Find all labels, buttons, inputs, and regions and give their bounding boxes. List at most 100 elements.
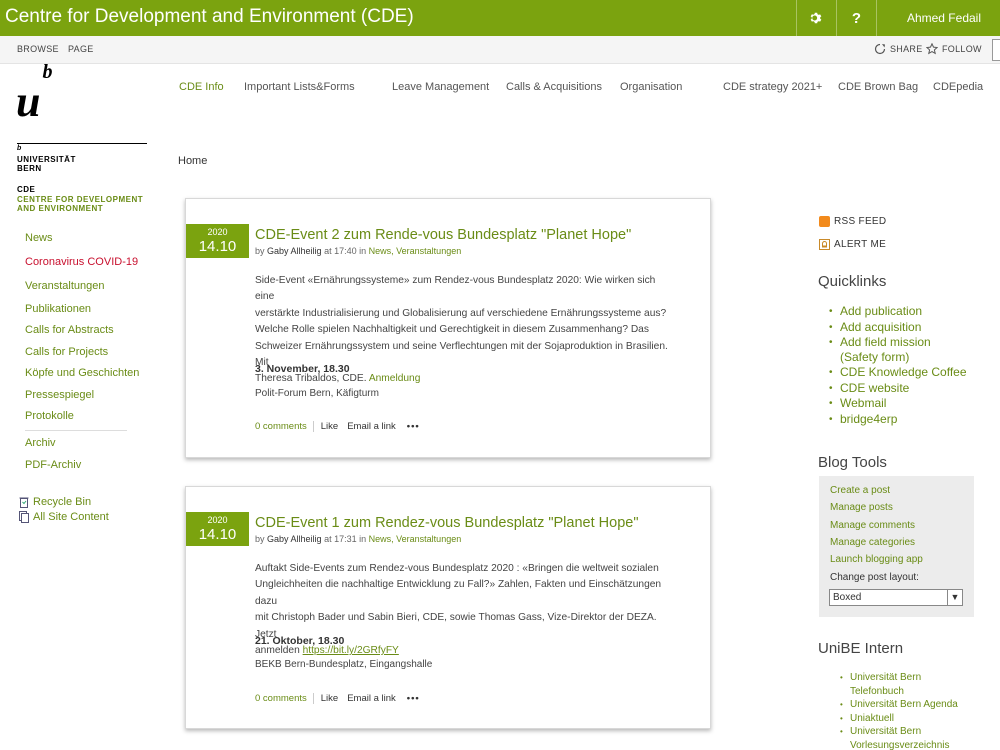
settings-gear-icon[interactable] (795, 0, 836, 36)
leftnav-veranstaltungen[interactable]: Veranstaltungen (25, 280, 105, 292)
quicklinks-heading: Quicklinks (818, 273, 887, 290)
manage-categories-link[interactable]: Manage categories (830, 537, 915, 548)
post-date-year: 2020 (207, 227, 228, 237)
manage-comments-link[interactable]: Manage comments (830, 520, 915, 531)
unibe-telefonbuch-link[interactable]: Universität Bern Telefonbuch (840, 671, 921, 698)
post-date-year: 2020 (207, 515, 228, 525)
topnav-important-lists[interactable]: Important Lists&Forms (244, 81, 355, 93)
quicklink-add-acquisition[interactable]: Add acquisition (829, 320, 921, 336)
post-author[interactable]: Gaby Allheilig (267, 246, 322, 256)
ribbon-tab-page[interactable]: PAGE (68, 44, 94, 54)
like-button[interactable]: Like (314, 421, 347, 432)
topnav-brown-bag[interactable]: CDE Brown Bag (838, 81, 918, 93)
recycle-bin-link[interactable]: Recycle Bin (19, 496, 91, 508)
create-post-link[interactable]: Create a post (830, 485, 890, 496)
leftnav-protokolle[interactable]: Protokolle (25, 410, 74, 422)
leftnav-koepfe[interactable]: Köpfe und Geschichten (25, 367, 139, 379)
post-author[interactable]: Gaby Allheilig (267, 534, 322, 544)
quicklink-add-publication[interactable]: Add publication (829, 304, 922, 320)
university-logo[interactable]: ub (16, 61, 52, 127)
breadcrumb[interactable]: Home (178, 155, 207, 167)
topnav-cde-strategy[interactable]: CDE strategy 2021+ (723, 81, 822, 93)
topnav-leave-management[interactable]: Leave Management (392, 81, 489, 93)
quicklink-knowledge-coffee[interactable]: CDE Knowledge Coffee (829, 365, 966, 381)
ribbon-bar: BROWSE PAGE SHARE FOLLOW (0, 36, 1000, 64)
leftnav-news[interactable]: News (25, 232, 53, 244)
post-date-badge: 2020 14.10 (186, 512, 249, 546)
event-date: 3. November, 18.30 (255, 363, 350, 375)
post-date-day: 14.10 (198, 238, 237, 255)
more-options-icon[interactable]: ••• (407, 693, 420, 704)
topnav-organisation[interactable]: Organisation (620, 81, 682, 93)
user-menu[interactable]: Ahmed Fedail (875, 0, 1000, 36)
post-actions: 0 comments Like Email a link ••• (255, 693, 420, 704)
post-title[interactable]: CDE-Event 1 zum Rendez-vous Bundesplatz … (255, 515, 638, 531)
post-layout-select[interactable]: Boxed ▼ (829, 589, 963, 606)
blog-tools-panel: Create a post Manage posts Manage commen… (819, 476, 974, 617)
launch-blogging-app-link[interactable]: Launch blogging app (830, 554, 923, 565)
alert-bell-icon (819, 239, 830, 250)
unibe-agenda-link[interactable]: Universität Bern Agenda (840, 698, 958, 712)
logo-cde-name: CDE CENTRE FOR DEVELOPMENT AND ENVIRONME… (17, 185, 144, 213)
all-site-content-link[interactable]: All Site Content (19, 511, 109, 523)
follow-button[interactable]: FOLLOW (926, 43, 982, 55)
leftnav-calls-abstracts[interactable]: Calls for Abstracts (25, 324, 114, 336)
leftnav-publikationen[interactable]: Publikationen (25, 303, 91, 315)
blog-post-card: 2020 14.10 CDE-Event 2 zum Rende-vous Bu… (185, 198, 711, 458)
comments-link[interactable]: 0 comments (255, 421, 314, 432)
recycle-bin-icon (19, 497, 29, 508)
topnav-cdepedia[interactable]: CDEpedia (933, 81, 983, 93)
more-options-icon[interactable]: ••• (407, 421, 420, 432)
post-meta: by Gaby Allheilig at 17:40 in News, Vera… (255, 246, 462, 256)
leftnav-pressespiegel[interactable]: Pressespiegel (25, 389, 94, 401)
comments-link[interactable]: 0 comments (255, 693, 314, 704)
leftnav-pdf-archiv[interactable]: PDF-Archiv (25, 459, 81, 471)
post-date-badge: 2020 14.10 (186, 224, 249, 258)
star-icon (926, 43, 938, 55)
share-button[interactable]: SHARE (874, 43, 923, 55)
email-link-button[interactable]: Email a link (347, 421, 407, 432)
ribbon-tab-browse[interactable]: BROWSE (17, 44, 59, 54)
rss-feed-link[interactable]: RSS FEED (819, 216, 886, 227)
chevron-down-icon: ▼ (947, 590, 962, 605)
leftnav-calls-projects[interactable]: Calls for Projects (25, 346, 108, 358)
suite-bar-actions: ? Ahmed Fedail (795, 0, 1000, 36)
site-title[interactable]: Centre for Development and Environment (… (5, 6, 414, 28)
suite-bar: Centre for Development and Environment (… (0, 0, 1000, 36)
leftnav-covid[interactable]: Coronavirus COVID-19 (25, 256, 138, 268)
alert-me-link[interactable]: ALERT ME (819, 239, 886, 250)
uniaktuell-link[interactable]: Uniaktuell (840, 712, 894, 726)
quicklink-bridge4erp[interactable]: bridge4erp (829, 412, 897, 428)
share-icon (874, 43, 886, 55)
logo-university-name: UNIVERSITÄT BERN (17, 155, 76, 173)
like-button[interactable]: Like (314, 693, 347, 704)
event-venue: Polit-Forum Bern, Käfigturm (255, 388, 379, 399)
quicklink-cde-website[interactable]: CDE website (829, 381, 909, 397)
post-title[interactable]: CDE-Event 2 zum Rende-vous Bundesplatz "… (255, 227, 631, 243)
post-meta: by Gaby Allheilig at 17:31 in News, Vera… (255, 534, 462, 544)
help-icon[interactable]: ? (835, 0, 876, 36)
event-date: 21. Oktober, 18.30 (255, 635, 345, 647)
unibe-vorlesungsverzeichnis-link[interactable]: Universität Bern Vorlesungsverzeichnis (840, 725, 949, 750)
rss-icon (819, 216, 830, 227)
logo-divider (17, 143, 147, 144)
post-date-day: 14.10 (198, 526, 237, 543)
blog-tools-heading: Blog Tools (818, 454, 887, 471)
quicklink-safety-form[interactable]: (Safety form) (840, 350, 909, 366)
event-venue: BEKB Bern-Bundesplatz, Eingangshalle (255, 659, 433, 670)
email-link-button[interactable]: Email a link (347, 693, 407, 704)
topnav-calls-acquisitions[interactable]: Calls & Acquisitions (506, 81, 602, 93)
manage-posts-link[interactable]: Manage posts (830, 502, 893, 513)
share-label: SHARE (890, 44, 923, 54)
leftnav-archiv[interactable]: Archiv (25, 437, 56, 449)
post-categories[interactable]: News, Veranstaltungen (369, 246, 462, 256)
quicklink-add-field-mission[interactable]: Add field mission (829, 335, 931, 351)
topnav-cde-info[interactable]: CDE Info (179, 81, 224, 93)
focus-content-toggle[interactable] (992, 39, 1000, 61)
quicklink-webmail[interactable]: Webmail (829, 396, 887, 412)
post-actions: 0 comments Like Email a link ••• (255, 421, 420, 432)
post-categories[interactable]: News, Veranstaltungen (369, 534, 462, 544)
registration-link[interactable]: Anmeldung (369, 373, 421, 384)
unibe-intern-heading: UniBE Intern (818, 640, 904, 657)
blog-post-card: 2020 14.10 CDE-Event 1 zum Rendez-vous B… (185, 486, 711, 729)
